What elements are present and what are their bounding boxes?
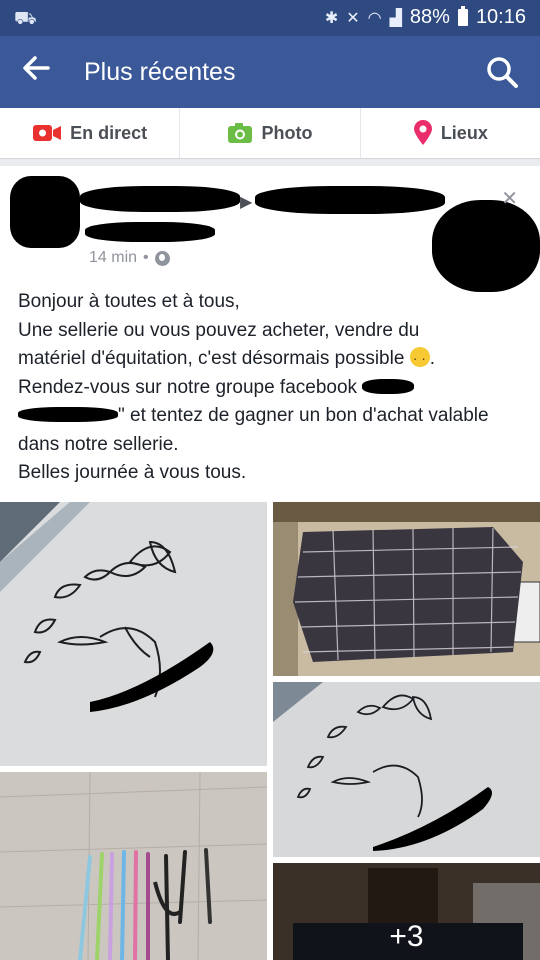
- more-photos-overlay[interactable]: +3: [273, 863, 540, 960]
- photo-5[interactable]: +3: [273, 863, 540, 960]
- post-line: Une sellerie ou vous pouvez acheter, ven…: [18, 319, 420, 341]
- photo-button[interactable]: Photo: [179, 108, 359, 158]
- photo-2[interactable]: [273, 502, 540, 676]
- composer-actions: En direct Photo Lieux: [0, 108, 540, 159]
- arrow-right-icon: ▶: [240, 194, 253, 211]
- photo-1[interactable]: [0, 502, 267, 766]
- dot-separator: •: [143, 249, 149, 266]
- photo-3[interactable]: [273, 682, 540, 857]
- post-time: 14 min: [89, 249, 138, 266]
- post-text: Bonjour à toutes et à tous, Une sellerie…: [18, 288, 528, 488]
- redacted-author-name: [80, 186, 240, 212]
- post-line: Belles journée à vous tous.: [18, 462, 247, 483]
- post-line-redacted: Rendez-vous sur notre groupe facebook: [18, 374, 528, 403]
- live-label: En direct: [70, 122, 148, 143]
- redacted-name-line: [85, 222, 215, 242]
- post-line-text: matériel d'équitation, c'est désormais p…: [18, 348, 405, 369]
- photo-4[interactable]: [0, 772, 267, 960]
- close-icon[interactable]: ✕: [501, 186, 518, 211]
- post-card: ▶ ✕ 14 min • Bonjour à toutes et à tous,…: [0, 166, 540, 960]
- mute-icon: ✕: [346, 9, 360, 27]
- post-line: Bonjour à toutes et à tous,: [18, 291, 240, 312]
- status-bar: ⛟ ✱ ✕ ◠ ▟ 88% 10:16: [0, 0, 540, 36]
- battery-icon: [457, 6, 468, 26]
- app-bar: Plus récentes: [0, 36, 540, 108]
- photo-label: Photo: [261, 122, 313, 143]
- redacted-group-link: [18, 407, 118, 422]
- redacted-group-link: [362, 378, 415, 394]
- battery-percent: 88%: [409, 6, 450, 28]
- redacted-group-name: [255, 186, 445, 214]
- globe-icon: [154, 250, 170, 266]
- page-title: Plus récentes: [84, 58, 236, 86]
- more-photos-count: +3: [389, 920, 424, 953]
- clock: 10:16: [475, 6, 526, 28]
- camera-icon: [228, 123, 253, 143]
- smiley-emoji-icon: [409, 344, 430, 373]
- post-line-text: " et tentez de gagner un bon d'achat val…: [118, 405, 489, 426]
- wifi-icon: ◠: [367, 9, 382, 27]
- live-button[interactable]: En direct: [0, 108, 179, 158]
- bluetooth-icon: ✱: [324, 9, 339, 27]
- post-line-redacted: " et tentez de gagner un bon d'achat val…: [18, 402, 528, 431]
- location-button[interactable]: Lieux: [359, 108, 540, 158]
- post-line-text: Rendez-vous sur notre groupe facebook: [18, 376, 358, 398]
- back-arrow-icon[interactable]: [20, 52, 60, 92]
- signal-icon: ▟: [389, 9, 402, 27]
- search-icon[interactable]: [484, 54, 520, 90]
- notification-icon: ⛟: [14, 8, 37, 28]
- redacted-avatar: [10, 176, 80, 248]
- post-line-emoji: matériel d'équitation, c'est désormais p…: [18, 344, 528, 374]
- live-video-icon: [33, 125, 62, 141]
- location-label: Lieux: [440, 122, 488, 143]
- location-pin-icon: [413, 120, 432, 145]
- redacted-profile-blob: [432, 200, 540, 292]
- post-line: dans notre sellerie.: [18, 433, 179, 455]
- post-meta: 14 min •: [89, 249, 170, 267]
